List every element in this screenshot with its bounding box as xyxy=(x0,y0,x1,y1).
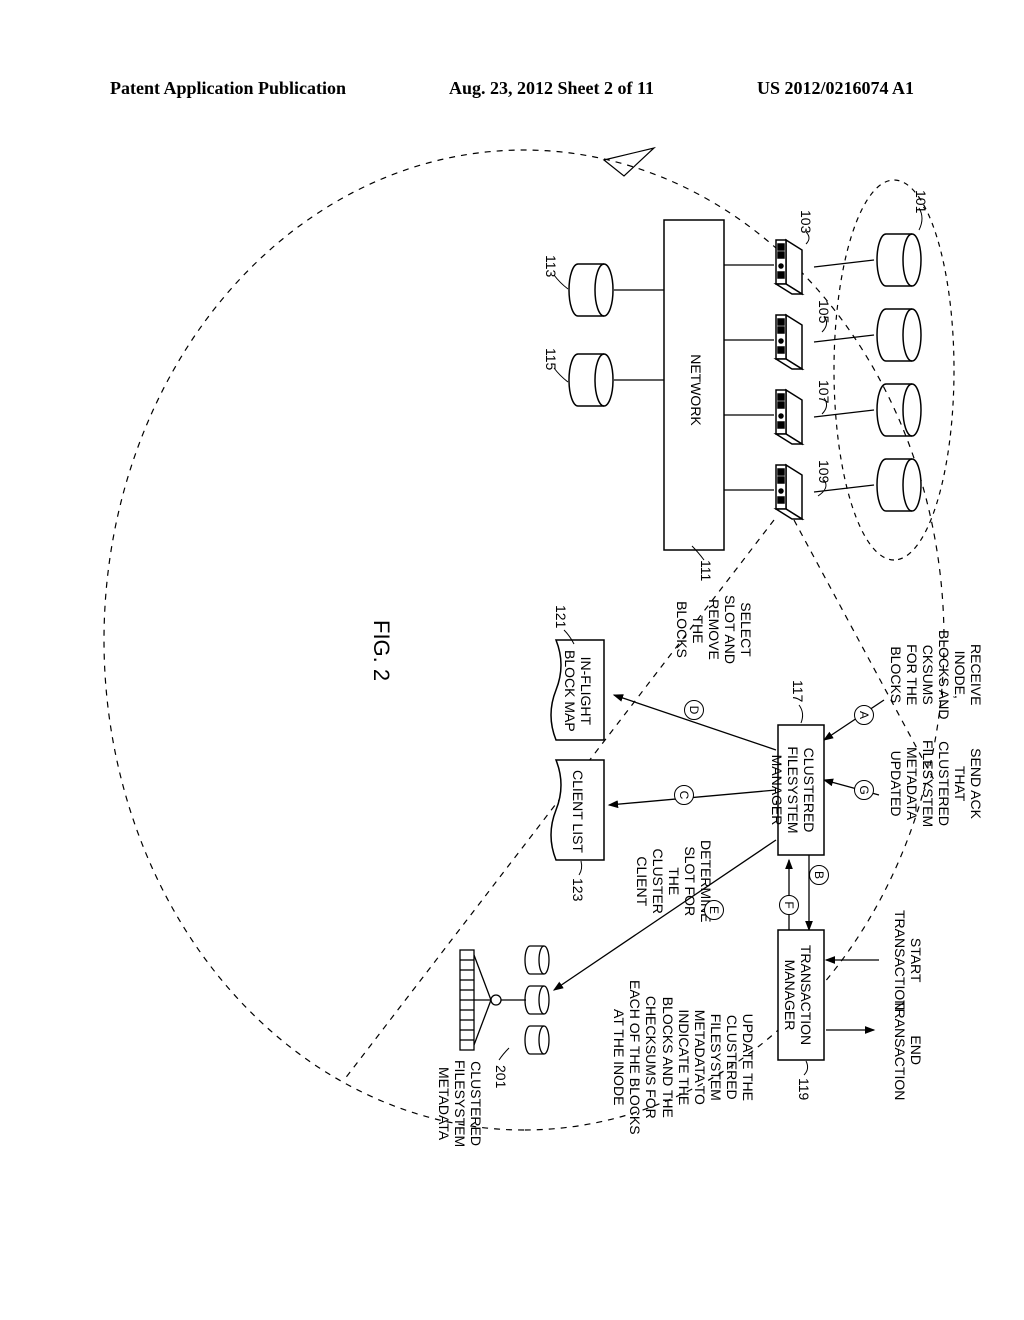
receive-label: RECEIVE INODE, BLOCKS AND CKSUMS FOR THE… xyxy=(887,630,984,719)
circle-C: C xyxy=(674,785,694,805)
circle-G: G xyxy=(854,780,874,800)
circle-F: F xyxy=(779,895,799,915)
ref-113: 113 xyxy=(543,255,559,277)
circle-B: B xyxy=(809,865,829,885)
cfs-meta-label: CLUSTERED FILESYSTEM METADATA xyxy=(436,1060,484,1147)
header-left: Patent Application Publication xyxy=(110,78,346,99)
update-meta-label: UPDATE THE CLUSTERED FILESYSTEM METADATA… xyxy=(611,980,756,1135)
cfs-mgr-label: CLUSTERED FILESYSTEM MANAGER xyxy=(769,735,817,845)
client-list-label: CLIENT LIST xyxy=(570,770,586,853)
tx-mgr-label: TRANSACTION MANAGER xyxy=(782,940,814,1050)
figure-label: FIG. 2 xyxy=(368,620,394,681)
ref-201: 201 xyxy=(493,1065,509,1088)
ref-111: 111 xyxy=(698,560,714,581)
determine-slot-label: DETERMINE SLOT FOR THE CLUSTER CLIENT xyxy=(634,840,714,922)
ref-103: 103 xyxy=(798,210,814,233)
select-slot-label: SELECT SLOT AND REMOVE THE BLOCKS xyxy=(674,595,754,664)
ref-101: 101 xyxy=(913,190,929,213)
ref-119: 119 xyxy=(796,1078,812,1100)
circle-A: A xyxy=(854,705,874,725)
inflight-label: IN-FLIGHT BLOCK MAP xyxy=(562,650,594,732)
ref-105: 105 xyxy=(816,300,832,323)
header-right: US 2012/0216074 A1 xyxy=(757,78,914,99)
ref-107: 107 xyxy=(816,380,832,403)
send-ack-label: SEND ACK THAT CLUSTERED FILESYSTEM METAD… xyxy=(887,740,984,827)
ref-117: 117 xyxy=(790,680,806,702)
figure-canvas: NETWORK RECEIVE INODE, BLOCKS AND CKSUMS… xyxy=(0,140,1024,1164)
ref-123: 123 xyxy=(570,878,586,901)
ref-121: 121 xyxy=(553,605,569,628)
header-center: Aug. 23, 2012 Sheet 2 of 11 xyxy=(346,78,757,99)
end-tx-label: END TRANSACTION xyxy=(892,1000,924,1100)
network-label: NETWORK xyxy=(688,340,704,440)
circle-D: D xyxy=(684,700,704,720)
ref-109: 109 xyxy=(816,460,832,483)
page-header: Patent Application Publication Aug. 23, … xyxy=(0,78,1024,99)
circle-E: E xyxy=(704,900,724,920)
start-tx-label: START TRANSACTION xyxy=(892,910,924,1010)
ref-115: 115 xyxy=(543,348,559,370)
